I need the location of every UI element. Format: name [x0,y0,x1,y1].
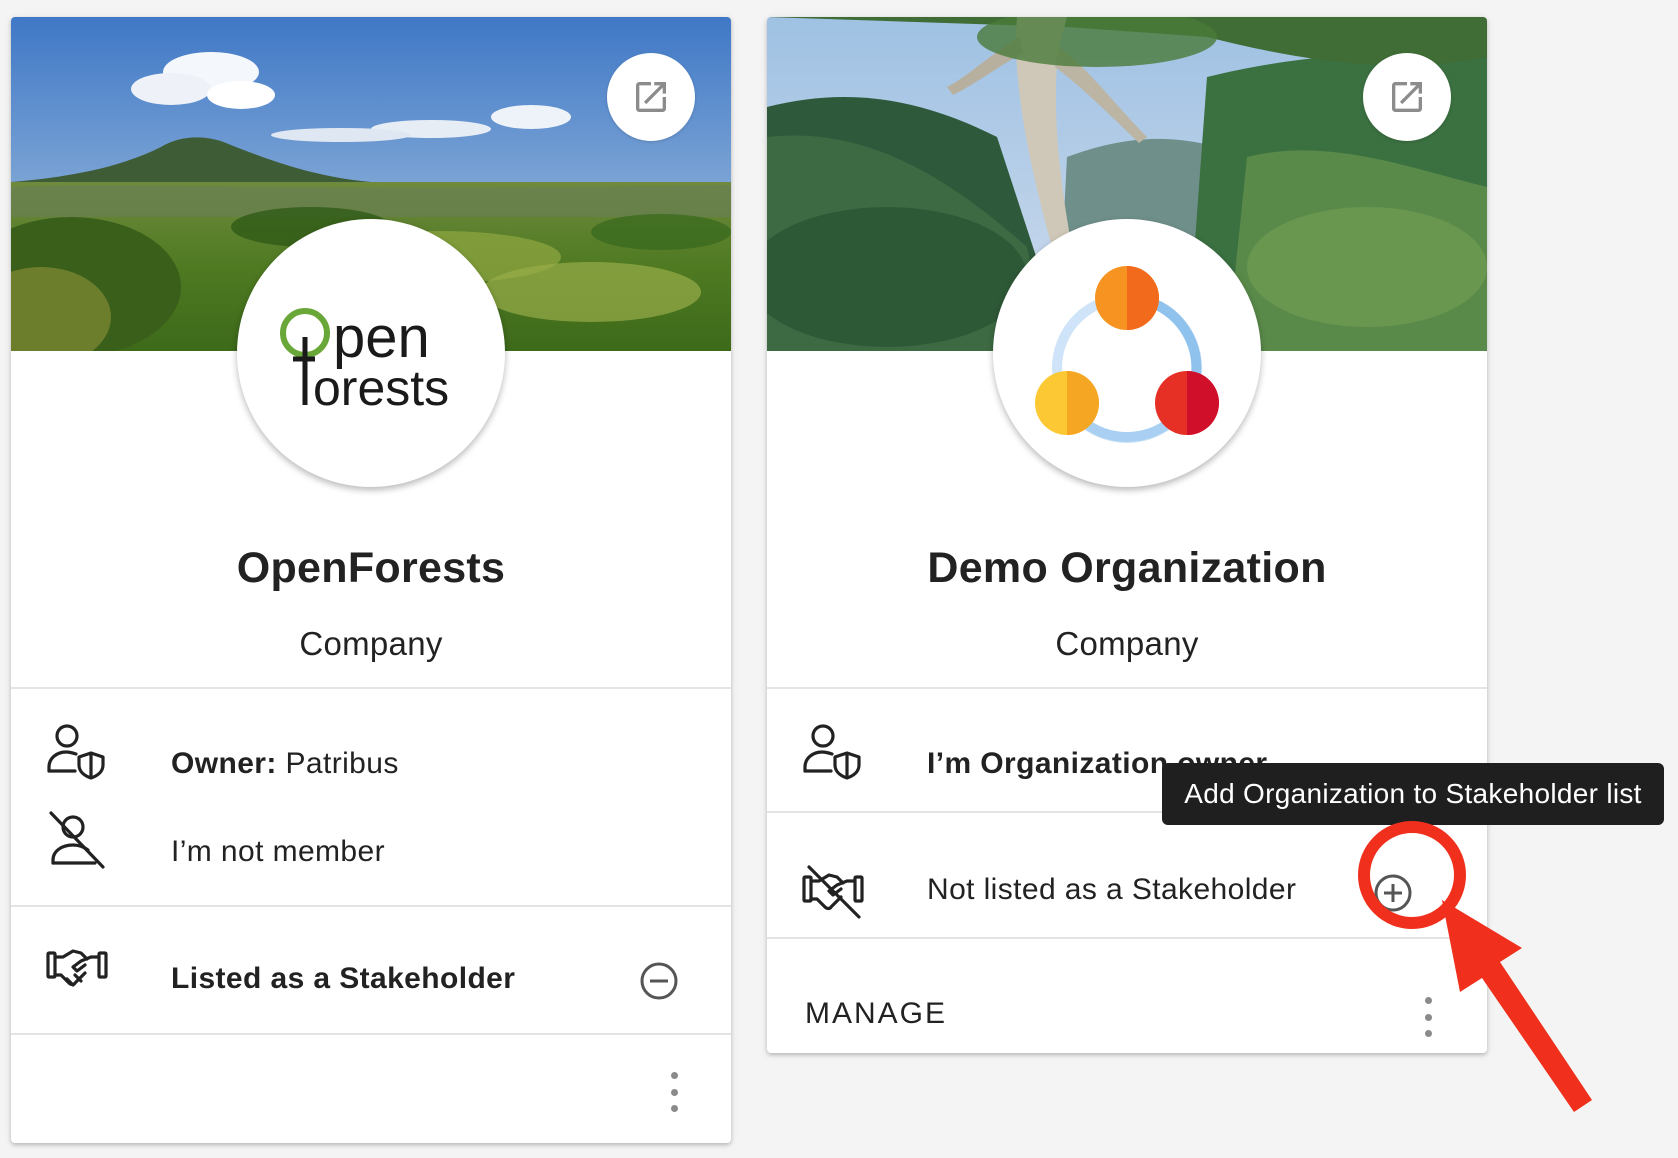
remove-circle-icon [640,962,678,1000]
stakeholder-status: Listed as a Stakeholder [171,962,516,995]
owner-text: Owner: Patribus [171,747,399,781]
more-vert-icon-dot [670,1088,678,1096]
manage-button[interactable]: MANAGE [805,997,947,1031]
add-stakeholder-button[interactable] [1371,871,1415,915]
owner-shield-icon [45,719,109,783]
more-vert-icon-dot [670,1105,678,1112]
more-options-button[interactable] [666,1072,682,1112]
open-external-icon [1392,82,1422,112]
organization-card-openforests: pen orests OpenForests Company Owner: Pa… [11,17,731,1143]
handshake-off-icon [801,859,865,923]
not-member-icon [45,809,109,873]
owner-shield-icon [801,719,865,783]
stakeholder-status: Not listed as a Stakeholder [927,873,1297,906]
tooltip: Add Organization to Stakeholder list [1162,763,1664,825]
organization-logo: pen orests [237,219,505,487]
handshake-icon [45,935,109,999]
organization-type: Company [1055,625,1199,662]
open-external-button[interactable] [1363,53,1451,141]
open-external-button[interactable] [607,53,695,141]
remove-stakeholder-button[interactable] [637,959,681,1003]
more-vert-icon-dot [1424,997,1432,1004]
more-vert-icon-dot [1424,1030,1432,1037]
logo-text-bottom: orests [313,360,449,413]
membership-status: I’m not member [171,835,385,868]
owner-label: Owner: [171,747,277,780]
divider [11,1033,731,1035]
organization-name: Demo Organization [927,544,1327,592]
stage: pen orests OpenForests Company Owner: Pa… [0,0,1678,1158]
organization-logo [993,219,1261,487]
open-external-icon [636,82,666,112]
more-vert-icon-dot [670,1072,678,1079]
divider [11,687,731,689]
add-circle-icon [1374,874,1412,912]
organization-type: Company [299,625,443,662]
organization-card-demo: Demo Organization Company I’m Organizati… [767,17,1487,1053]
more-vert-icon-dot [1424,1013,1432,1021]
organization-name: OpenForests [236,544,506,592]
owner-value: Patribus [285,747,399,780]
divider [11,905,731,907]
divider [767,937,1487,939]
divider [767,687,1487,689]
more-options-button[interactable] [1420,997,1436,1037]
